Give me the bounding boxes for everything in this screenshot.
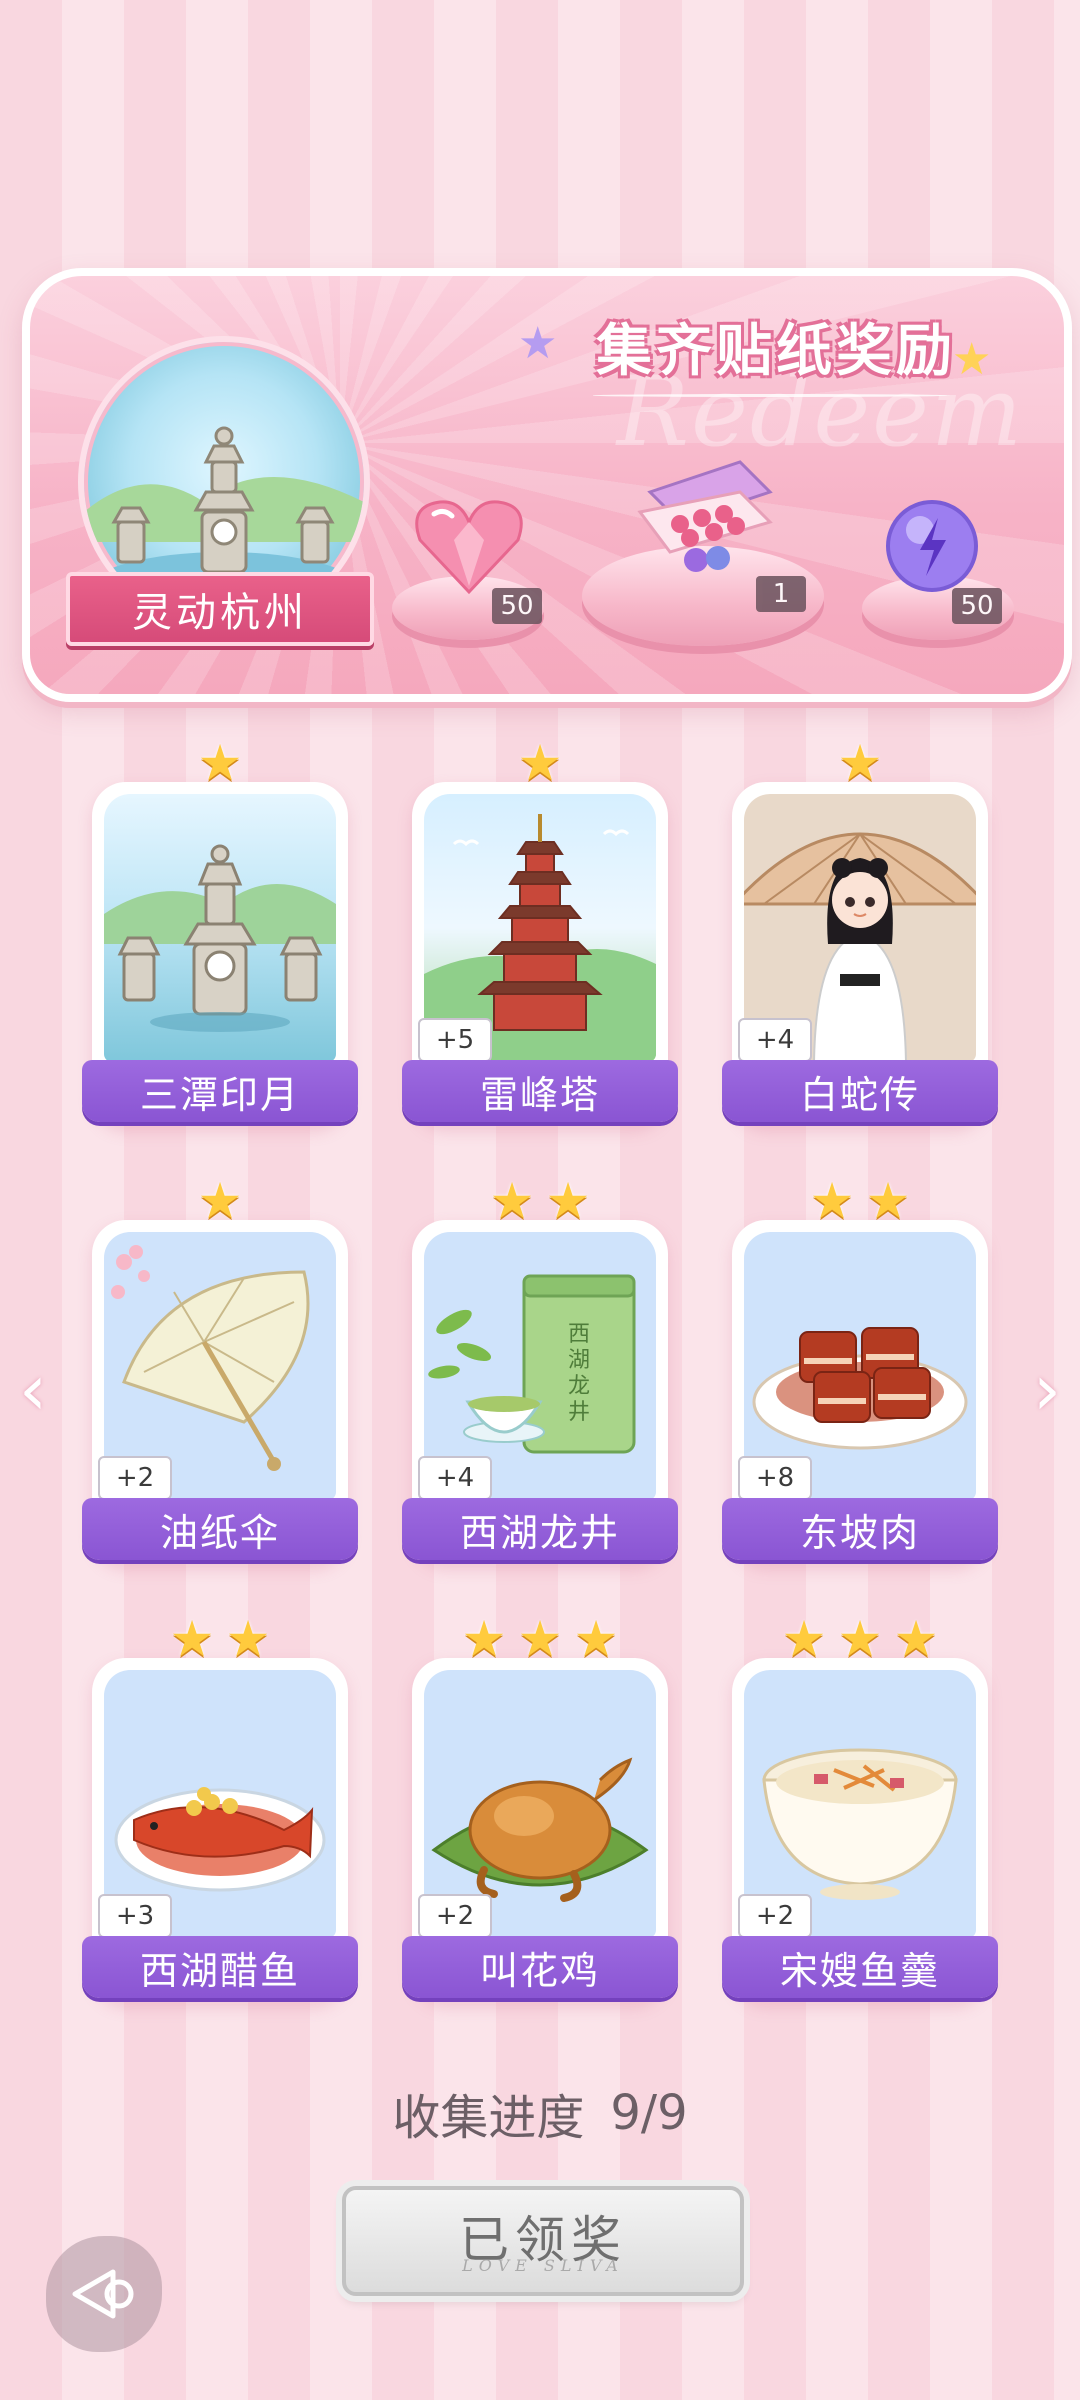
card-label: 西湖醋鱼 xyxy=(82,1936,358,1998)
card-label: 油纸伞 xyxy=(82,1498,358,1560)
purple-star-icon: ★ xyxy=(518,318,558,369)
reward-count-badge: 50 xyxy=(492,588,542,624)
bonus-tag: +2 xyxy=(738,1894,812,1938)
bonus-tag: +2 xyxy=(98,1456,172,1500)
sticker-card[interactable]: ★ ★ 西湖龙井 +4 西湖龙井 xyxy=(402,1176,678,1568)
card-label: 叫花鸡 xyxy=(402,1936,678,1998)
bonus-tag: +4 xyxy=(418,1456,492,1500)
sticker-card[interactable]: ★ ★ +3 西湖醋鱼 xyxy=(82,1614,358,2006)
sticker-reward-banner: Redeem ★ ★ 集齐贴纸奖励 灵动杭州 50 1 50 xyxy=(22,268,1072,702)
card-label: 西湖龙井 xyxy=(402,1498,678,1560)
banner-title: 集齐贴纸奖励 xyxy=(596,318,956,384)
sticker-card[interactable]: ★ +4 白蛇传 xyxy=(722,738,998,1130)
reward-count-badge: 50 xyxy=(952,588,1002,624)
bonus-tag: +2 xyxy=(418,1894,492,1938)
purple-energy-orb-icon[interactable] xyxy=(882,496,982,596)
sticker-card[interactable]: ★ +2 油纸伞 xyxy=(82,1176,358,1568)
card-label: 白蛇传 xyxy=(722,1060,998,1122)
card-label: 三潭印月 xyxy=(82,1060,358,1122)
sticker-card[interactable]: ★ 三潭印月 xyxy=(82,738,358,1130)
sticker-card[interactable]: ★ ★ ★ +2 叫花鸡 xyxy=(402,1614,678,2006)
bonus-tag: +5 xyxy=(418,1018,492,1062)
tea-can-label: 西湖龙井 xyxy=(567,1322,590,1425)
bonus-tag: +4 xyxy=(738,1018,812,1062)
city-name-ribbon: 灵动杭州 xyxy=(66,572,374,646)
bonus-tag: +3 xyxy=(98,1894,172,1938)
card-label: 雷峰塔 xyxy=(402,1060,678,1122)
collection-progress: 收集进度 9/9 xyxy=(0,2078,1080,2148)
reward-count-badge: 1 xyxy=(756,576,806,612)
sticker-card[interactable]: ★ ★ +8 东坡肉 xyxy=(722,1176,998,1568)
card-label: 东坡肉 xyxy=(722,1498,998,1560)
previous-page-arrow-icon[interactable]: ‹ xyxy=(8,1350,58,1430)
progress-value: 9/9 xyxy=(610,2085,688,2141)
back-arrow-icon xyxy=(72,2269,134,2319)
bonus-tag: +8 xyxy=(738,1456,812,1500)
three-pools-pagoda-icon xyxy=(104,794,336,1062)
back-button[interactable] xyxy=(46,2236,162,2352)
card-label: 宋嫂鱼羹 xyxy=(722,1936,998,1998)
sticker-card[interactable]: ★ ★ ★ +2 宋嫂鱼羹 xyxy=(722,1614,998,2006)
pink-heart-gem-icon[interactable] xyxy=(414,496,524,596)
title-dash-decoration xyxy=(590,394,950,397)
sticker-card[interactable]: ★ +5 雷峰塔 xyxy=(402,738,678,1130)
claimed-reward-button[interactable]: 已领奖 LOVE SLIVA xyxy=(342,2186,744,2296)
next-page-arrow-icon[interactable]: › xyxy=(1022,1350,1072,1430)
gift-box-icon[interactable] xyxy=(630,452,780,582)
progress-label: 收集进度 xyxy=(392,2090,585,2146)
claimed-sublabel: LOVE SLIVA xyxy=(462,2256,624,2275)
